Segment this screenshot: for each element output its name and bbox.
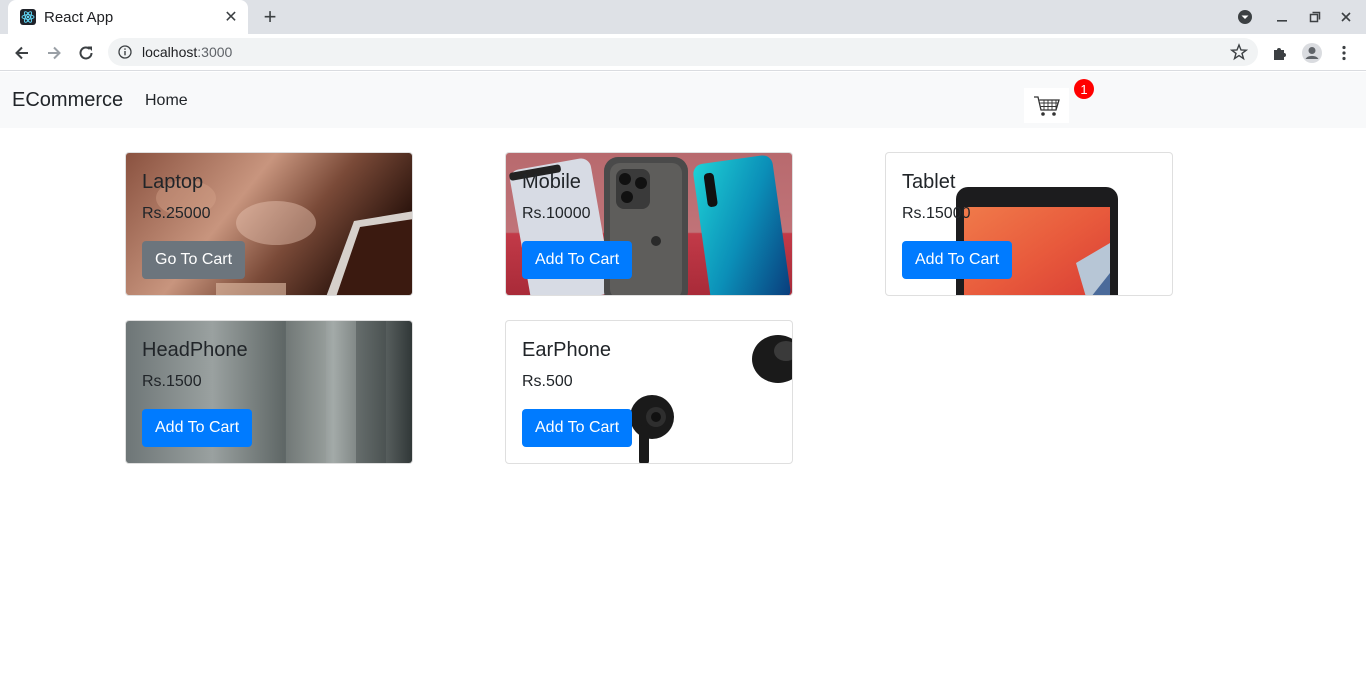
tab-title: React App [44,9,114,26]
profile-avatar-icon[interactable] [1300,41,1324,65]
product-title: Laptop [142,171,204,193]
new-tab-icon[interactable]: + [258,4,282,29]
tab-search-icon[interactable] [1236,8,1254,26]
browser-tabbar: React App ✕ + [0,0,1366,34]
add-to-cart-button[interactable]: Add To Cart [142,409,253,447]
close-tab-icon[interactable]: ✕ [222,8,240,26]
product-price: Rs.25000 [142,205,211,222]
product-title: Mobile [522,171,581,193]
url-text: localhost:3000 [142,44,233,60]
close-window-icon[interactable] [1337,8,1355,26]
reload-icon[interactable] [74,41,98,65]
browser-toolbar: localhost:3000 [0,34,1366,71]
nav-link-home[interactable]: Home [145,92,188,110]
shopping-cart-icon [1033,95,1060,116]
go-to-cart-button[interactable]: Go To Cart [142,241,246,279]
product-price: Rs.15000 [902,205,971,222]
product-title: EarPhone [522,339,611,361]
product-price: Rs.10000 [522,205,591,222]
extensions-icon[interactable] [1268,41,1292,65]
product-price: Rs.500 [522,373,573,390]
cart-button[interactable] [1024,88,1069,123]
product-card-tablet: Tablet Rs.15000 Add To Cart [885,152,1173,296]
add-to-cart-button[interactable]: Add To Cart [522,241,633,279]
add-to-cart-button[interactable]: Add To Cart [902,241,1013,279]
browser-menu-icon[interactable] [1332,41,1356,65]
cart-count-badge: 1 [1074,79,1094,99]
product-card-laptop: Laptop Rs.25000 Go To Cart [125,152,413,296]
site-info-icon[interactable] [118,45,132,59]
brand-logo[interactable]: ECommerce [12,89,123,112]
product-card-headphone: HeadPhone Rs.1500 Add To Cart [125,320,413,464]
back-icon[interactable] [10,41,34,65]
product-title: Tablet [902,171,956,193]
forward-icon[interactable] [42,41,66,65]
add-to-cart-button[interactable]: Add To Cart [522,409,633,447]
browser-tab[interactable]: React App ✕ [8,0,248,34]
app-navbar: ECommerce Home [0,72,1366,128]
bookmark-star-icon[interactable] [1230,43,1248,61]
minimize-icon[interactable] [1273,8,1291,26]
product-title: HeadPhone [142,339,248,361]
product-card-earphone: EarPhone Rs.500 Add To Cart [505,320,793,464]
product-price: Rs.1500 [142,373,202,390]
address-bar[interactable]: localhost:3000 [108,38,1258,66]
restore-icon[interactable] [1306,8,1324,26]
react-favicon-icon [20,9,36,25]
product-card-mobile: Mobile Rs.10000 Add To Cart [505,152,793,296]
